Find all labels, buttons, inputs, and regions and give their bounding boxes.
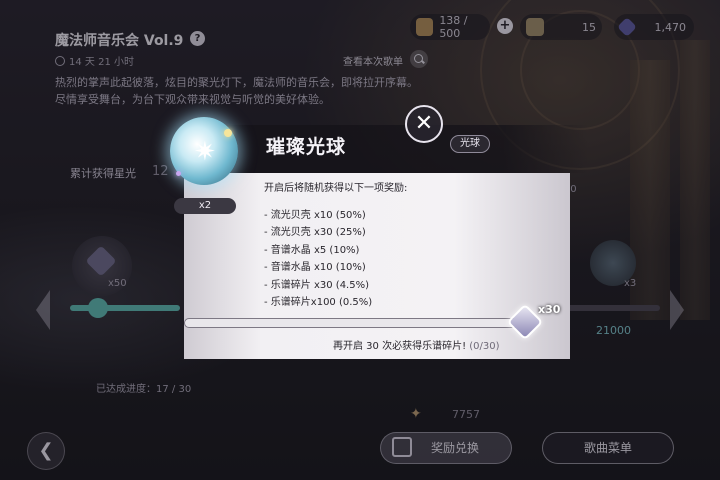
close-button[interactable]: ✕	[405, 105, 443, 143]
reward-list-item: - 流光贝壳 x10 (50%)	[264, 210, 366, 221]
item-detail-popup: ✷ x2 璀璨光球 光球 开启后将随机获得以下一项奖励: - 流光贝壳 x10 …	[166, 117, 588, 359]
reward-list-item: - 音谱水晶 x5 (10%)	[264, 244, 360, 256]
reward-list: - 流光贝壳 x10 (50%) - 流光贝壳 x30 (25%) - 音谱水晶…	[264, 207, 372, 311]
pity-guarantee-label: 再开启 30 次必获得乐谱碎片!	[333, 341, 467, 352]
reward-list-item: - 流光贝壳 x30 (25%)	[264, 227, 366, 239]
item-type-tag: 光球	[450, 135, 490, 153]
sparkle-icon	[224, 129, 232, 137]
sparkle-icon	[176, 171, 181, 176]
pity-guarantee-text: 再开启 30 次必获得乐谱碎片! (0/30)	[333, 337, 500, 352]
popup-title: 璀璨光球	[266, 136, 347, 158]
pity-reward-qty: x30	[538, 303, 561, 316]
reward-list-item: - 音谱水晶 x10 (10%)	[264, 262, 366, 274]
reward-intro-text: 开启后将随机获得以下一项奖励:	[264, 183, 408, 194]
item-quantity-badge: x2	[174, 198, 236, 214]
star-icon: ✷	[194, 137, 216, 167]
pity-counter: (0/30)	[469, 341, 500, 352]
reward-list-item: - 乐谱碎片 x30 (4.5%)	[264, 279, 369, 291]
popup-body	[184, 173, 570, 359]
reward-list-item: - 乐谱碎片x100 (0.5%)	[264, 296, 373, 308]
pity-progress-bar	[184, 318, 522, 328]
